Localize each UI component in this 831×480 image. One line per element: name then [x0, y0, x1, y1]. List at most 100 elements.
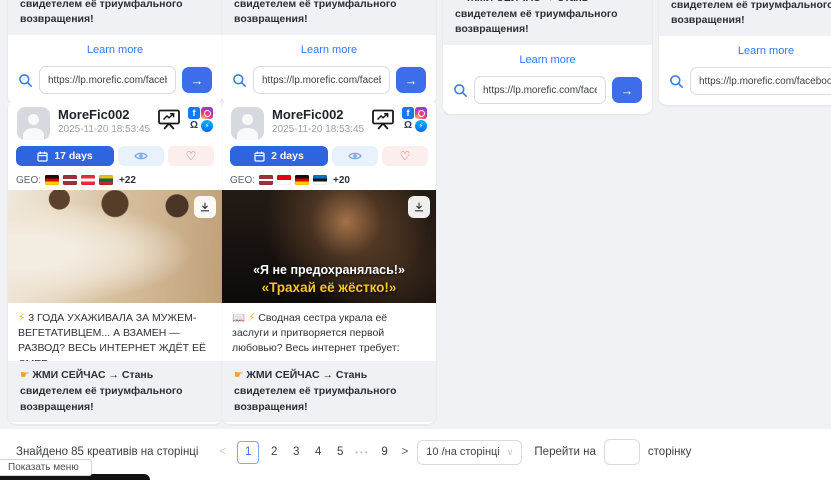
arrow-right-icon: →	[405, 73, 418, 88]
audience-network-icon: Ω	[402, 120, 414, 132]
lightning-icon: ⚡	[18, 312, 25, 324]
messenger-icon: ⚡	[415, 120, 427, 132]
page-2[interactable]: 2	[264, 446, 284, 458]
flag-austria-icon	[81, 175, 95, 185]
avatar	[17, 107, 50, 140]
creative-image	[8, 190, 222, 303]
days-active-button[interactable]: 17 days	[16, 146, 114, 166]
learn-more-link[interactable]: Learn more	[8, 35, 222, 61]
card-actions: 17 days ♡	[8, 143, 222, 168]
views-button[interactable]	[332, 146, 378, 166]
eye-icon	[134, 151, 148, 161]
learn-more-link[interactable]: Learn more	[443, 45, 652, 71]
download-image-button[interactable]	[408, 196, 430, 218]
flag-latvia-icon	[259, 175, 273, 185]
creative-card-1: MoreFic002 2025-11-20 18:53:45 f Ω ⚡ 17 …	[8, 100, 222, 424]
flag-lithuania-icon	[99, 175, 113, 185]
next-page-button[interactable]: >	[402, 446, 409, 458]
geo-row: GEO: +22	[8, 168, 222, 190]
learn-more-link[interactable]: Learn more	[222, 35, 436, 61]
show-menu-button[interactable]: Показать меню	[0, 459, 92, 476]
prev-page-button[interactable]: <	[219, 446, 226, 458]
creative-datetime: 2025-11-20 18:53:45	[272, 123, 371, 136]
page-1-active[interactable]: 1	[237, 441, 259, 464]
download-image-button[interactable]	[194, 196, 216, 218]
board-chart-icon	[371, 109, 395, 131]
flag-germany-icon	[45, 175, 59, 185]
more-link[interactable]: more	[58, 359, 81, 361]
geo-more-count[interactable]: +20	[333, 175, 350, 186]
calendar-icon	[37, 151, 48, 162]
calendar-icon	[254, 151, 265, 162]
header-icons: f Ω ⚡	[157, 107, 213, 132]
views-button[interactable]	[118, 146, 164, 166]
search-icon	[18, 73, 33, 88]
goto-page-label: Перейти на	[534, 446, 596, 458]
caption-line-1: «Я не предохранялась!»	[222, 262, 436, 279]
promo-headline: ☛ЖМИ СЕЙЧАС → Стань свидетелем её триумф…	[8, 0, 222, 35]
learn-more-link[interactable]: Learn more	[222, 422, 436, 424]
learn-more-link[interactable]: Learn more	[659, 36, 831, 62]
page-last[interactable]: 9	[375, 446, 395, 458]
url-row: →	[222, 61, 436, 96]
instagram-icon	[201, 107, 213, 119]
search-icon	[232, 73, 247, 88]
flag-latvia-icon	[63, 175, 77, 185]
goto-page-input[interactable]	[604, 439, 640, 465]
caption-line-2: «Трахай её жёстко!»	[222, 279, 436, 297]
creative-card-top-3: ИНТЕРНЕТ ЖДЁТ ЕЁ СМЕР... more ☛ЖМИ СЕЙЧА…	[443, 0, 652, 114]
page-4[interactable]: 4	[308, 446, 328, 458]
search-icon	[453, 83, 468, 98]
landing-url-input[interactable]	[39, 66, 176, 94]
landing-url-input[interactable]	[253, 66, 390, 94]
body-text: 3 ГОДА УХАЖИВАЛА ЗА МУЖЕМ-ВЕГЕТАТИВЦЕМ..…	[18, 312, 206, 361]
header-text: MoreFic002 2025-11-20 18:53:45	[272, 107, 371, 136]
creative-image: «Я не предохранялась!» «Трахай её жёстко…	[222, 190, 436, 303]
page-3[interactable]: 3	[286, 446, 306, 458]
pointer-icon: ☛	[20, 369, 29, 381]
promo-text: ЖМИ СЕЙЧАС → Стань свидетелем её триумфа…	[20, 369, 183, 413]
pages-ellipsis[interactable]: •••	[355, 448, 369, 457]
results-count: Знайдено 85 креативів на сторінці	[16, 446, 198, 458]
search-icon	[669, 74, 684, 89]
url-row: →	[8, 61, 222, 96]
page-5[interactable]: 5	[330, 446, 350, 458]
open-url-button[interactable]: →	[612, 77, 642, 103]
promo-text: ЖМИ СЕЙЧАС → Стань свидетелем её триумфа…	[234, 369, 397, 413]
geo-label: GEO:	[16, 175, 41, 186]
learn-more-link[interactable]: Learn more	[8, 422, 222, 424]
messenger-icon: ⚡	[201, 120, 213, 132]
facebook-icon: f	[402, 107, 414, 119]
header-text: MoreFic002 2025-11-20 18:53:45	[58, 107, 157, 136]
landing-url-input[interactable]	[690, 67, 831, 95]
account-name: MoreFic002	[272, 107, 371, 123]
creative-body: ⚡ 3 ГОДА УХАЖИВАЛА ЗА МУЖЕМ-ВЕГЕТАТИВЦЕМ…	[8, 303, 222, 361]
url-row: →	[443, 71, 652, 106]
per-page-select[interactable]: 10 /на сторінці∨	[417, 440, 522, 465]
open-url-button[interactable]: →	[182, 67, 212, 93]
creative-card-top-4: ☛ЖМИ СЕЙЧАС → Стань свидетелем её триумф…	[659, 0, 831, 105]
creative-card-2: MoreFic002 2025-11-20 18:53:45 f Ω ⚡ 2 d…	[222, 100, 436, 424]
days-active-button[interactable]: 2 days	[230, 146, 328, 166]
open-url-button[interactable]: →	[396, 67, 426, 93]
placements: f Ω ⚡	[188, 107, 213, 132]
promo-text: ЖМИ СЕЙЧАС → Стань свидетелем её триумфа…	[455, 0, 618, 35]
flag-red-white-icon	[277, 175, 291, 185]
favorite-button[interactable]: ♡	[382, 146, 428, 166]
more-link[interactable]: more	[302, 359, 325, 361]
days-label: 2 days	[271, 150, 304, 162]
promo-headline: ☛ЖМИ СЕЙЧАС → Стань свидетелем её триумф…	[443, 0, 652, 45]
geo-label: GEO:	[230, 175, 255, 186]
instagram-icon	[415, 107, 427, 119]
days-label: 17 days	[54, 150, 93, 162]
header-icons: f Ω ⚡	[371, 107, 427, 132]
pointer-icon: ☛	[455, 0, 464, 4]
heart-icon: ♡	[400, 150, 411, 162]
favorite-button[interactable]: ♡	[168, 146, 214, 166]
image-caption: «Я не предохранялась!» «Трахай её жёстко…	[222, 262, 436, 297]
geo-more-count[interactable]: +22	[119, 175, 136, 186]
promo-headline: ☛ЖМИ СЕЙЧАС → Стань свидетелем её триумф…	[8, 361, 222, 422]
promo-text: ЖМИ СЕЙЧАС → Стань свидетелем её триумфа…	[671, 0, 831, 26]
landing-url-input[interactable]	[474, 76, 606, 104]
pagination-bar: Знайдено 85 креативів на сторінці < 1 2 …	[16, 440, 691, 464]
